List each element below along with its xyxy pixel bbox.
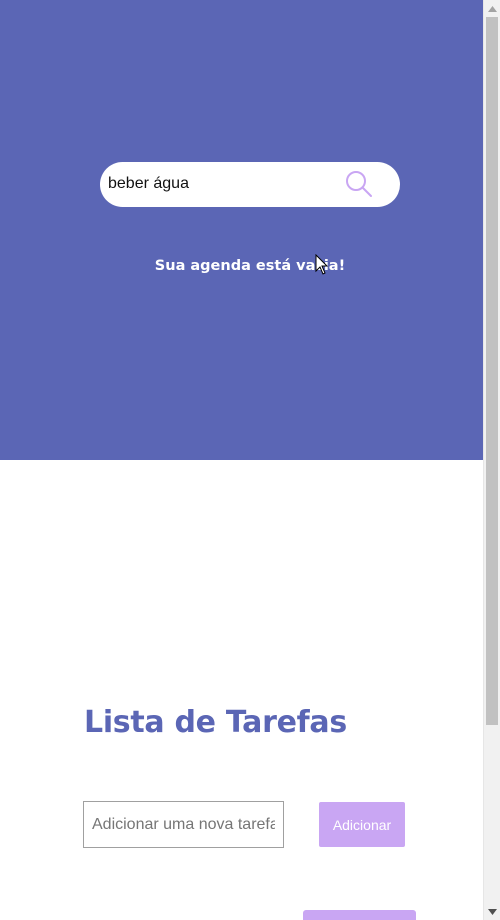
chevron-up-icon [488,5,497,12]
page-content: Sua agenda está vazia! Lista de Tarefas … [0,0,483,920]
task-list-title: Lista de Tarefas [84,705,347,740]
browser-viewport: Sua agenda está vazia! Lista de Tarefas … [0,0,500,920]
empty-agenda-message: Sua agenda está vazia! [154,258,346,274]
chevron-down-icon [488,908,497,915]
vertical-scrollbar[interactable] [483,0,500,920]
search-bar [100,162,400,207]
scroll-up-button[interactable] [484,0,500,17]
search-input[interactable] [108,168,338,200]
search-icon [346,171,372,197]
search-button[interactable] [342,169,376,201]
new-task-input[interactable] [83,801,284,848]
partial-button[interactable] [303,910,416,920]
scrollbar-thumb[interactable] [486,17,498,725]
scroll-down-button[interactable] [484,903,500,920]
add-task-button[interactable]: Adicionar [319,802,405,847]
hero-section: Sua agenda está vazia! [0,0,483,460]
